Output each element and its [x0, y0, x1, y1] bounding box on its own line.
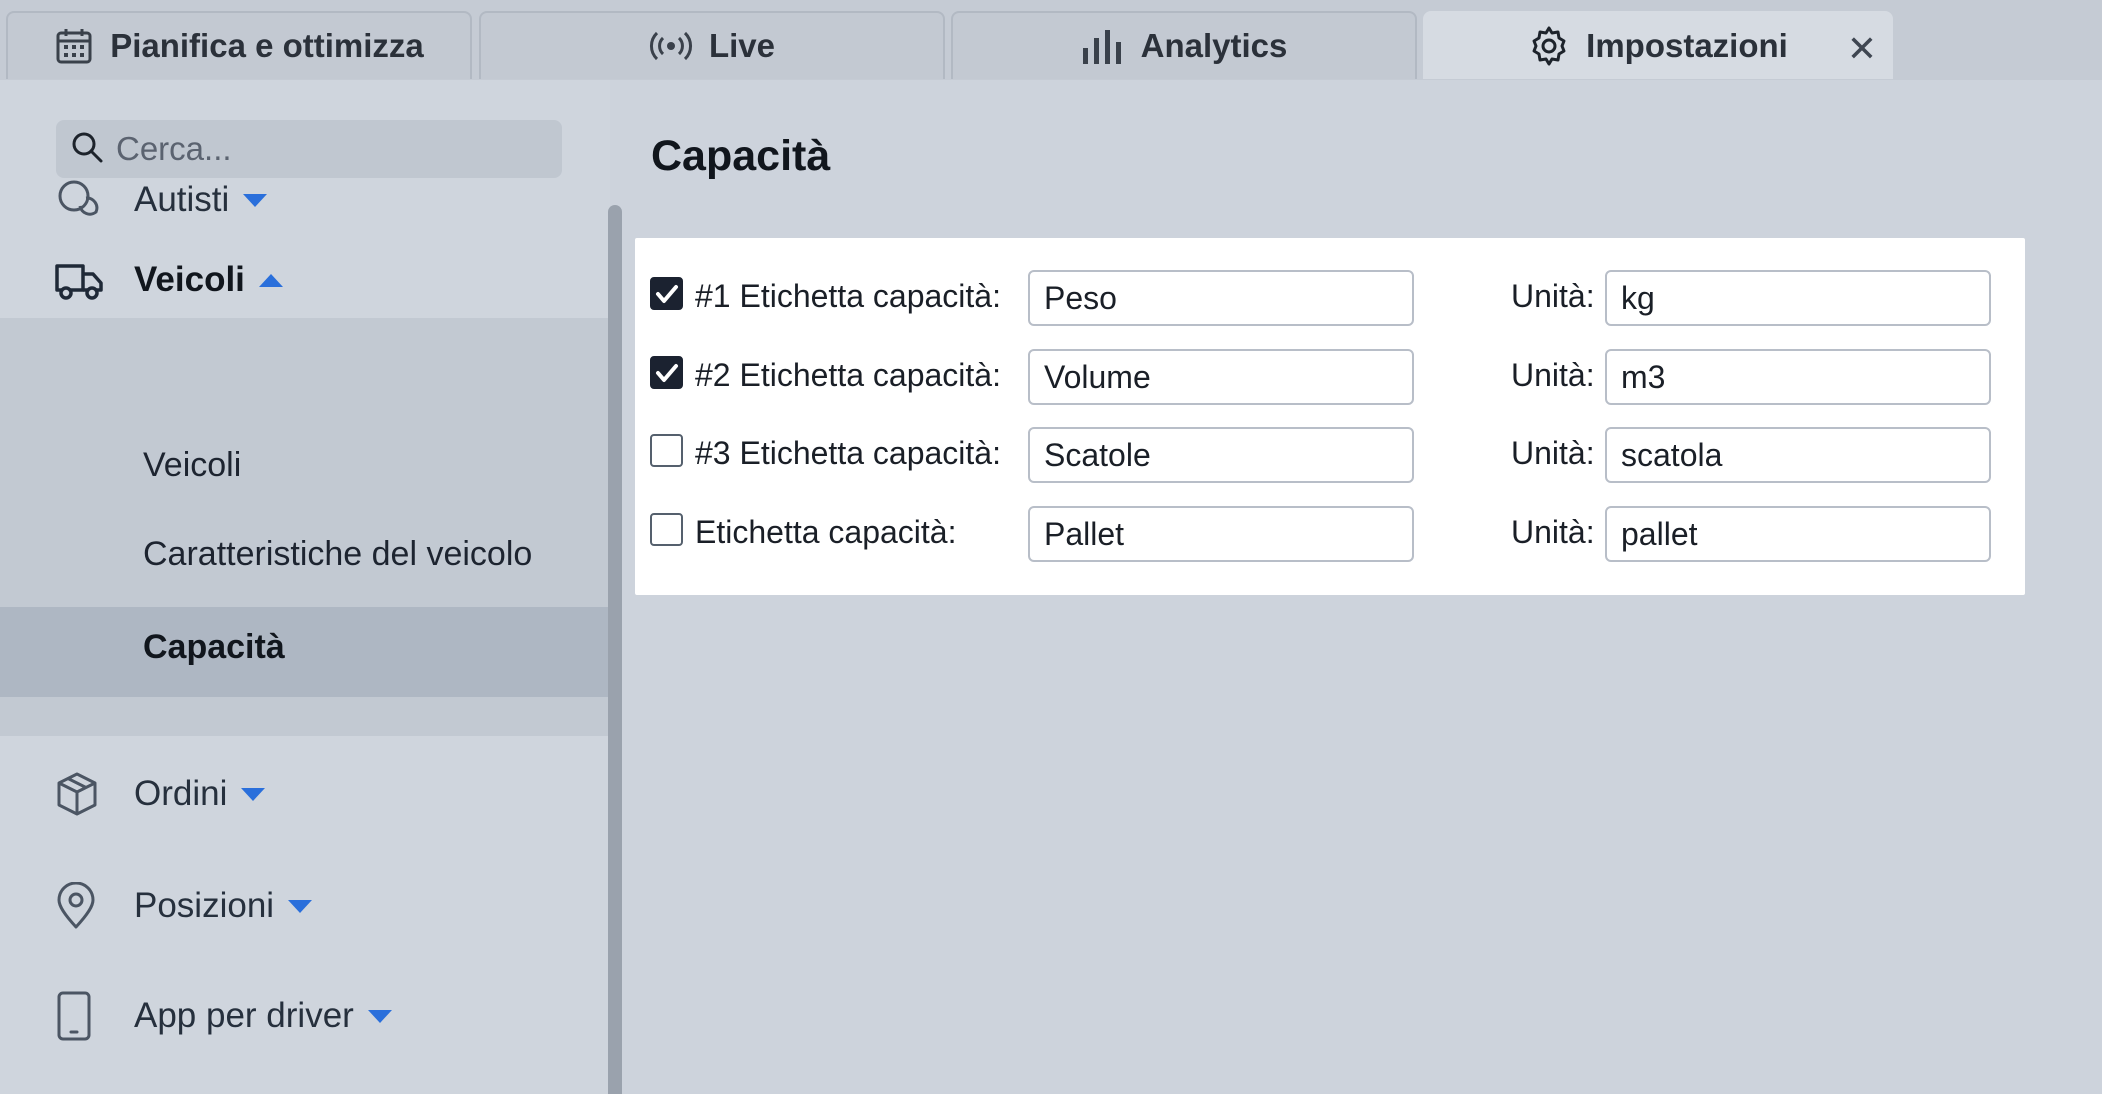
gear-icon: [1528, 25, 1570, 67]
sidebar-item-label: Posizioni: [134, 886, 275, 925]
box-icon: [54, 771, 134, 817]
checkmark-icon: [655, 363, 678, 382]
active-subitem-highlight: [0, 607, 610, 697]
subitem-caratteristiche[interactable]: Caratteristiche del veicolo: [143, 535, 532, 574]
checkmark-icon: [655, 284, 678, 303]
search-icon: [70, 130, 104, 169]
sidebar-item-posizioni[interactable]: Posizioni: [0, 876, 610, 936]
capacity-label: #1 Etichetta capacità:: [695, 278, 1001, 314]
sidebar-item-label: App per driver: [134, 996, 354, 1035]
capacity-checkbox[interactable]: [650, 356, 683, 389]
chevron-up-icon: [258, 273, 283, 287]
tab-analytics[interactable]: Analytics: [951, 11, 1417, 79]
tab-label: Impostazioni: [1586, 27, 1788, 64]
sidebar-item-label: Veicoli: [134, 260, 245, 299]
close-icon[interactable]: ✕: [1847, 31, 1877, 67]
capacity-name-input[interactable]: [1028, 349, 1414, 405]
truck-icon: [54, 258, 134, 302]
sidebar-scrollbar[interactable]: [608, 205, 622, 1094]
capacity-label: Etichetta capacità:: [695, 514, 957, 550]
capacity-checkbox[interactable]: [650, 513, 683, 546]
capacity-row: Etichetta capacità: Unità:: [635, 506, 2025, 562]
tab-impostazioni[interactable]: Impostazioni ✕: [1423, 11, 1893, 79]
capacity-name-input[interactable]: [1028, 270, 1414, 326]
chevron-down-icon: [288, 899, 313, 913]
sidebar-item-ordini[interactable]: Ordini: [0, 764, 610, 824]
capacity-row: #1 Etichetta capacità: Unità:: [635, 270, 2025, 326]
capacity-label: #3 Etichetta capacità:: [695, 435, 1001, 471]
calendar-icon: [54, 26, 94, 66]
capacity-name-input[interactable]: [1028, 427, 1414, 483]
tab-live[interactable]: Live: [479, 11, 945, 79]
broadcast-icon: [649, 28, 693, 64]
drivers-icon: [54, 178, 134, 222]
tab-bar: Pianifica e ottimizza Live Analytics Imp…: [0, 0, 2102, 80]
sidebar-item-app-driver[interactable]: App per driver: [0, 986, 610, 1046]
tab-pianifica[interactable]: Pianifica e ottimizza: [6, 11, 472, 79]
capacity-panel: #1 Etichetta capacità: Unità: #2 Etichet…: [635, 238, 2025, 595]
unit-label: Unità:: [1511, 357, 1595, 393]
tab-label: Analytics: [1140, 27, 1288, 64]
unit-label: Unità:: [1511, 514, 1595, 550]
subitem-veicoli[interactable]: Veicoli: [143, 446, 241, 485]
chevron-down-icon: [367, 1009, 392, 1023]
bar-chart-icon: [1081, 28, 1125, 64]
subitem-capacita[interactable]: Capacità: [143, 628, 285, 667]
unit-label: Unità:: [1511, 435, 1595, 471]
unit-input[interactable]: [1605, 506, 1991, 562]
sidebar-item-autisti[interactable]: Autisti: [0, 170, 610, 230]
unit-input[interactable]: [1605, 427, 1991, 483]
tab-label: Pianifica e ottimizza: [110, 27, 424, 64]
sidebar-item-label: Ordini: [134, 774, 228, 813]
tab-label: Live: [708, 27, 776, 64]
capacity-checkbox[interactable]: [650, 434, 683, 467]
sidebar: Autisti Veicoli Veicoli Caratteristiche …: [0, 80, 610, 1094]
phone-icon: [54, 990, 134, 1042]
capacity-row: #2 Etichetta capacità: Unità:: [635, 349, 2025, 405]
sidebar-item-veicoli[interactable]: Veicoli: [0, 250, 610, 310]
unit-input[interactable]: [1605, 349, 1991, 405]
chevron-down-icon: [241, 787, 266, 801]
capacity-name-input[interactable]: [1028, 506, 1414, 562]
capacity-checkbox[interactable]: [650, 277, 683, 310]
chevron-down-icon: [243, 193, 268, 207]
unit-label: Unità:: [1511, 278, 1595, 314]
page-title: Capacità: [651, 132, 831, 180]
unit-input[interactable]: [1605, 270, 1991, 326]
sidebar-item-label: Autisti: [134, 180, 230, 219]
search-input[interactable]: [114, 129, 538, 169]
location-pin-icon: [54, 882, 134, 930]
capacity-label: #2 Etichetta capacità:: [695, 357, 1001, 393]
capacity-row: #3 Etichetta capacità: Unità:: [635, 427, 2025, 483]
